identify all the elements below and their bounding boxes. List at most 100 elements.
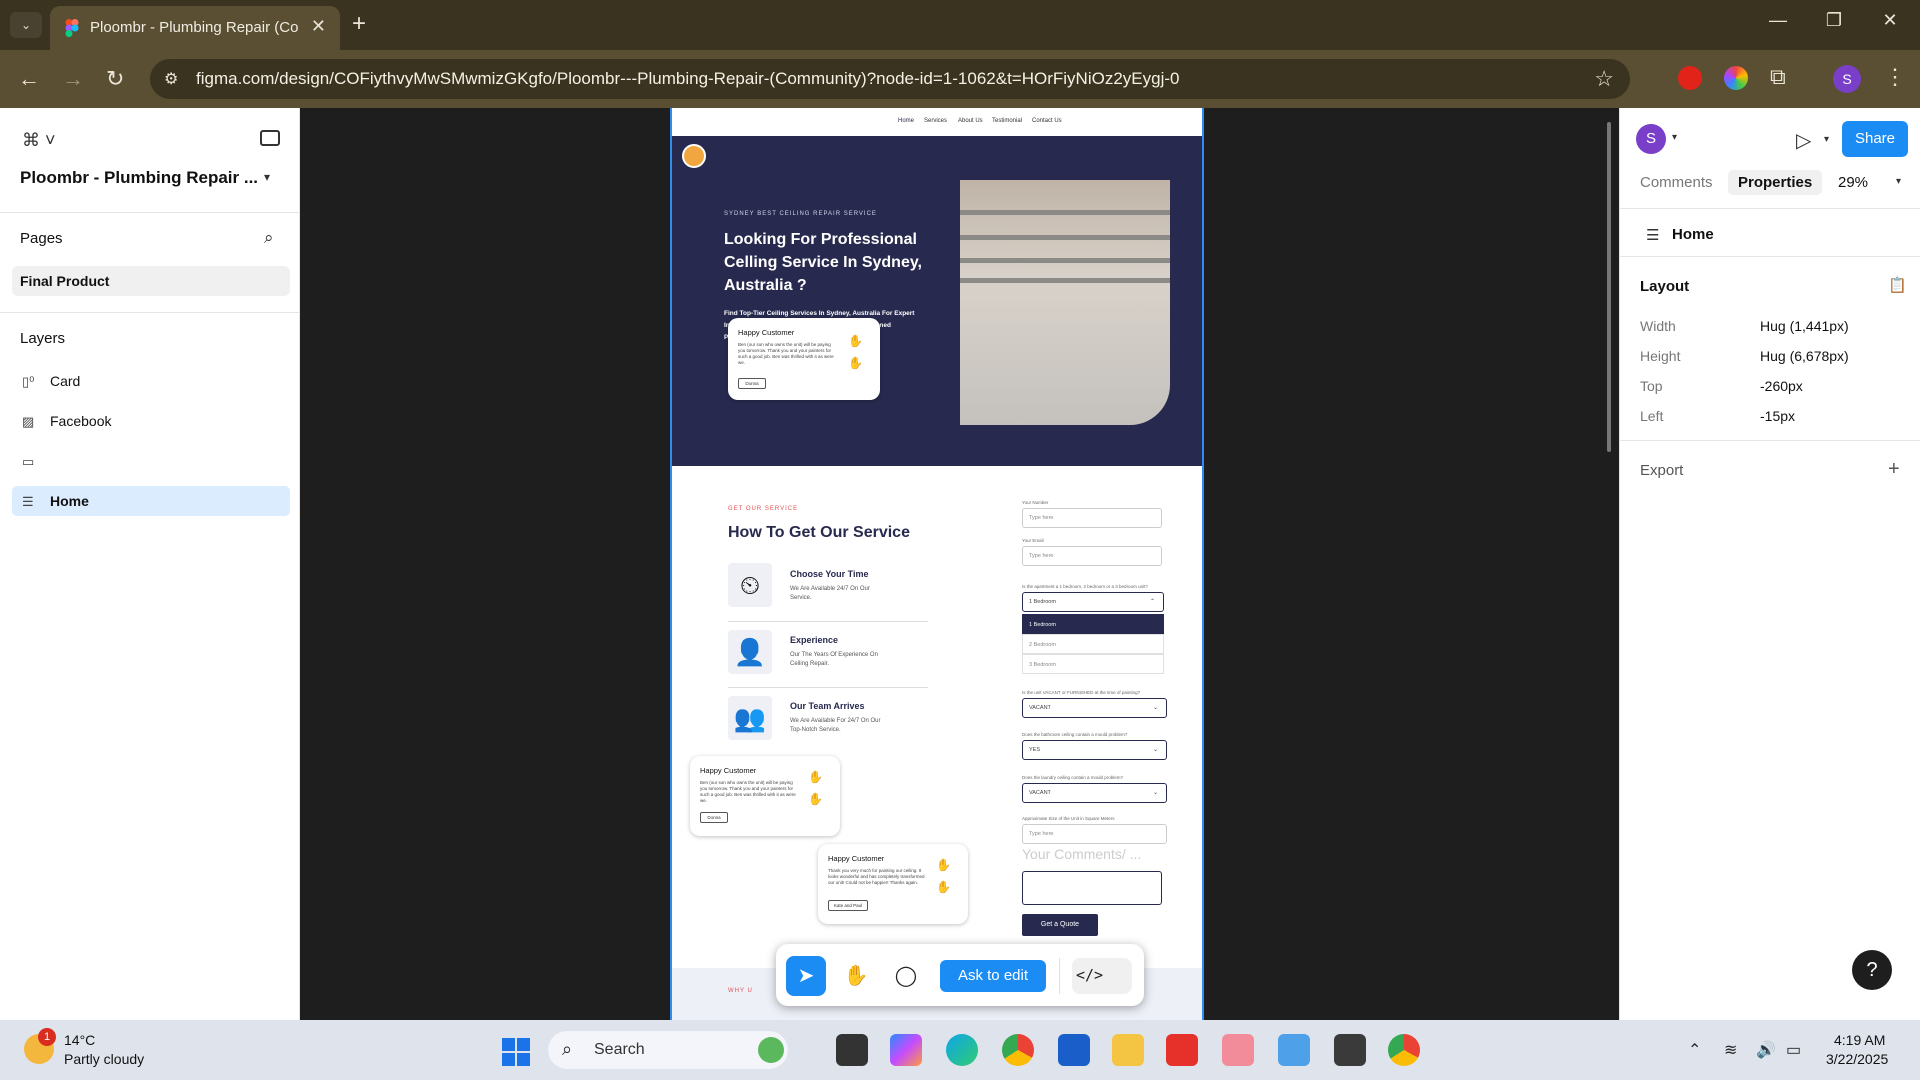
file-name[interactable]: Ploombr - Plumbing Repair ... [20,168,258,188]
weather-temp[interactable]: 14°C [64,1032,95,1048]
reload-icon[interactable]: ↻ [106,66,124,92]
width-value[interactable]: Hug (1,441px) [1760,318,1849,334]
page-item-final-product[interactable]: Final Product [12,266,290,296]
dropdown-option[interactable]: 2 Bedroom [1022,634,1164,654]
design-canvas[interactable]: Home Services About Us Testimonial Conta… [301,108,1619,1020]
dropdown-option[interactable]: 1 Bedroom [1022,614,1164,634]
address-bar[interactable]: ⚙ figma.com/design/COFiythvyMwSMwmizGKgf… [150,59,1630,99]
get-quote-button[interactable]: Get a Quote [1022,914,1098,936]
figma-icon [65,19,79,37]
dev-mode-toggle[interactable]: </> [1072,958,1132,994]
comment-tool-icon[interactable]: ◯ [886,956,926,996]
new-tab-icon[interactable]: + [352,10,366,38]
taskbar-search[interactable]: ⌕ Search [548,1031,788,1069]
number-placeholder: Type here [1029,515,1054,521]
chevron-down-icon[interactable]: ▾ [1896,176,1901,187]
tab-properties[interactable]: Properties [1728,170,1823,195]
back-icon[interactable]: ← [18,66,40,92]
number-field[interactable]: Type here [1022,508,1162,528]
search-icon[interactable]: ⌕ [264,228,274,248]
nav-about[interactable]: About Us [958,118,983,124]
minimize-icon[interactable]: — [1758,10,1798,31]
snipping-tool-icon[interactable] [1222,1034,1254,1066]
tab-comments[interactable]: Comments [1640,174,1713,191]
battery-icon[interactable]: ▭ [1786,1040,1801,1060]
clock-date[interactable]: 3/22/2025 [1826,1051,1888,1067]
figma-menu-icon[interactable]: ⌘ ˅ [22,130,56,151]
bookmark-star-icon[interactable]: ☆ [1594,66,1614,92]
extensions-puzzle-icon[interactable]: ⧉ [1770,64,1786,90]
file-explorer-icon[interactable] [1112,1034,1144,1066]
chevron-up-icon[interactable]: ⌃ [1688,1040,1701,1060]
copilot-icon[interactable] [890,1034,922,1066]
card-title: Happy Customer [700,766,757,775]
clock-time[interactable]: 4:19 AM [1834,1032,1885,1048]
card-name-button[interactable]: Donna [700,812,728,823]
nav-contact[interactable]: Contact Us [1032,118,1062,124]
profile-avatar[interactable]: S [1833,65,1861,93]
volume-icon[interactable]: 🔊 [1756,1040,1776,1060]
laundry-select[interactable]: VACANT ⌄ [1022,783,1167,803]
windows-start-icon[interactable] [502,1038,530,1066]
chevron-down-icon[interactable]: ▾ [1672,132,1677,143]
email-field[interactable]: Type here [1022,546,1162,566]
vacant-select[interactable]: VACANT ⌄ [1022,698,1167,718]
bathroom-select[interactable]: YES ⌄ [1022,740,1167,760]
sublime-text-icon[interactable] [1334,1034,1366,1066]
browser-menu-icon[interactable]: ⋮ [1884,64,1906,90]
height-value[interactable]: Hug (6,678px) [1760,348,1849,364]
close-tab-icon[interactable]: ✕ [311,16,326,37]
layer-facebook[interactable]: ▨ Facebook [12,406,290,436]
comments-field[interactable] [1022,871,1162,905]
photos-icon[interactable] [1278,1034,1310,1066]
ask-to-edit-button[interactable]: Ask to edit [940,960,1046,992]
edge-icon[interactable] [946,1034,978,1066]
nav-home[interactable]: Home [898,118,914,124]
add-export-icon[interactable]: + [1888,458,1900,481]
forward-icon[interactable]: → [62,66,84,92]
restore-icon[interactable]: ❐ [1814,10,1854,31]
hand-tool-icon[interactable]: ✋ [836,956,876,996]
copy-properties-icon[interactable]: 📋 [1888,276,1907,294]
store-icon[interactable] [1058,1034,1090,1066]
image-icon: ▨ [22,414,35,429]
user-avatar[interactable]: S [1636,124,1666,154]
canvas-scrollbar[interactable] [1607,122,1611,452]
help-button[interactable]: ? [1852,950,1892,990]
task-view-icon[interactable] [836,1034,868,1066]
color-extension-icon[interactable] [1724,66,1748,90]
weather-desc[interactable]: Partly cloudy [64,1051,144,1067]
dropdown-option[interactable]: 3 Bedroom [1022,654,1164,674]
zoom-level[interactable]: 29% [1838,174,1868,191]
size-field[interactable]: Type here [1022,824,1167,844]
left-value[interactable]: -15px [1760,408,1795,424]
chevron-down-icon: ⌄ [1152,790,1158,796]
anydesk-icon[interactable] [1166,1034,1198,1066]
chrome-profile-icon[interactable] [1388,1034,1420,1066]
chevron-down-icon[interactable]: ▾ [264,170,270,184]
divider [0,212,300,213]
move-tool-icon[interactable]: ➤ [786,956,826,996]
tab-list-button[interactable]: ⌄ [10,12,42,38]
layer-home[interactable]: ☰ Home [12,486,290,516]
layer-card[interactable]: ▯⁰ Card [12,366,290,396]
apartment-select[interactable]: 1 Bedroom ⌃ [1022,592,1164,612]
top-value[interactable]: -260px [1760,378,1803,394]
present-play-icon[interactable]: ▷ [1796,128,1811,153]
wifi-icon[interactable]: ≋ [1724,1040,1737,1060]
window-close-icon[interactable]: ✕ [1870,10,1910,31]
chevron-down-icon[interactable]: ▾ [1824,134,1829,145]
toggle-sidebar-icon[interactable] [260,130,280,146]
nav-testimonial[interactable]: Testimonial [992,118,1022,124]
chrome-icon[interactable] [1002,1034,1034,1066]
nav-services[interactable]: Services [924,118,947,124]
card-name-button[interactable]: Kate and Paul [828,900,868,911]
share-button[interactable]: Share [1842,121,1908,157]
extension-icon[interactable] [1678,66,1702,90]
layer-label: Home [50,493,89,509]
browser-tab[interactable]: Ploombr - Plumbing Repair (Co ✕ [50,6,340,50]
home-frame[interactable]: Home Services About Us Testimonial Conta… [670,108,1204,1020]
card-name-button[interactable]: Donna [738,378,766,389]
site-info-icon[interactable]: ⚙ [164,69,184,89]
layer-frame[interactable]: ▭ [12,446,290,476]
